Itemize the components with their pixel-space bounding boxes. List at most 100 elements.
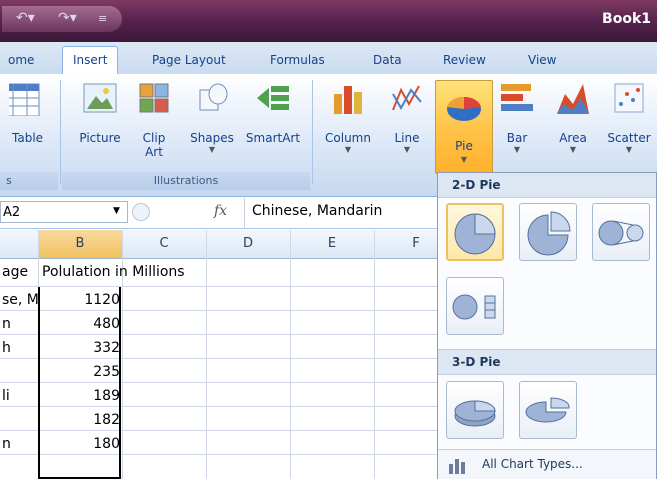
scatter-dropdown-icon: ▼ <box>625 145 633 154</box>
area-chart-button[interactable]: Area ▼ <box>550 80 596 154</box>
table-button[interactable]: Table <box>0 80 54 145</box>
cell-a4[interactable]: h <box>2 340 11 356</box>
tab-page-layout[interactable]: Page Layout <box>152 53 226 67</box>
tab-data[interactable]: Data <box>373 53 402 67</box>
scatter-chart-icon <box>614 83 644 113</box>
title-bar: ↶▾ ↷▾ ≡ Book1 <box>0 0 657 42</box>
shapes-label: Shapes <box>190 131 234 145</box>
formula-bar-circle-icon <box>132 203 150 221</box>
column-chart-button[interactable]: Column ▼ <box>318 80 378 154</box>
pie-chart-button[interactable]: Pie ▼ <box>435 80 493 174</box>
insert-function-icon[interactable]: fx <box>214 203 227 219</box>
smartart-button[interactable]: SmartArt <box>242 80 304 145</box>
pie-3d-thumb[interactable] <box>446 381 504 439</box>
name-box-value: A2 <box>3 205 21 220</box>
smartart-label: SmartArt <box>245 131 301 145</box>
section-3d-pie: 3-D Pie <box>438 349 656 375</box>
pie-chart-gallery: 2-D Pie 3-D Pie All Chart Types... <box>437 172 657 479</box>
name-box-dropdown-icon[interactable]: ▼ <box>113 206 120 216</box>
exploded-pie-icon <box>527 211 571 256</box>
pie-icon <box>454 213 496 255</box>
gridline <box>374 230 375 479</box>
line-chart-icon <box>392 85 422 111</box>
cell-a1[interactable]: age <box>2 264 28 280</box>
column-dropdown-icon: ▼ <box>344 145 352 154</box>
table-label: Table <box>12 131 44 145</box>
tab-insert[interactable]: Insert <box>62 46 119 74</box>
pie-of-pie-thumb[interactable] <box>592 203 650 261</box>
tab-formulas[interactable]: Formulas <box>270 53 325 67</box>
all-chart-types-button[interactable]: All Chart Types... <box>438 449 656 479</box>
formula-bar: A2 ▼ fx Chinese, Mandarin <box>0 198 437 229</box>
window-title: Book1 <box>602 11 651 27</box>
section-2d-pie: 2-D Pie <box>438 173 656 198</box>
redo-icon[interactable]: ↷▾ <box>58 10 77 26</box>
exploded-pie-3d-thumb[interactable] <box>519 381 577 439</box>
picture-button[interactable]: Picture <box>72 80 128 145</box>
gridline <box>290 230 291 479</box>
pie-dropdown-icon: ▼ <box>460 155 468 164</box>
line-chart-button[interactable]: Line ▼ <box>384 80 430 154</box>
picture-label: Picture <box>79 131 121 145</box>
pie-label: Pie <box>455 139 473 153</box>
gridline <box>206 230 207 479</box>
divider <box>244 198 245 228</box>
column-headers: B C D E F <box>0 230 437 259</box>
smartart-icon <box>257 86 289 110</box>
bar-chart-button[interactable]: Bar ▼ <box>494 80 540 154</box>
bar-of-pie-thumb[interactable] <box>446 277 504 335</box>
column-header-d[interactable]: D <box>206 236 290 251</box>
bar-chart-icon <box>501 84 533 111</box>
group-illustrations-label: Illustrations <box>62 172 310 190</box>
group-separator <box>60 80 61 184</box>
exploded-pie-2d-thumb[interactable] <box>519 203 577 261</box>
area-chart-icon <box>557 84 589 114</box>
area-dropdown-icon: ▼ <box>569 145 577 154</box>
quick-access-toolbar[interactable]: ↶▾ ↷▾ ≡ <box>2 6 122 32</box>
area-label: Area <box>559 131 587 145</box>
clip-art-icon <box>139 83 169 113</box>
chart-types-icon <box>449 459 465 474</box>
tab-view[interactable]: View <box>528 53 556 67</box>
column-label: Column <box>325 131 371 145</box>
formula-input[interactable]: Chinese, Mandarin <box>252 203 382 219</box>
pie-2d-thumb[interactable] <box>446 203 504 261</box>
cell-a3[interactable]: n <box>2 316 11 332</box>
group-separator <box>312 80 313 184</box>
bar-of-pie-icon <box>452 294 496 320</box>
all-chart-types-label: All Chart Types... <box>482 457 583 471</box>
line-label: Line <box>394 131 420 145</box>
scatter-chart-button[interactable]: Scatter ▼ <box>602 80 656 154</box>
shapes-dropdown-icon: ▼ <box>208 145 216 154</box>
pie-of-pie-icon <box>598 220 644 246</box>
cell-a6[interactable]: li <box>2 388 10 404</box>
customize-qat-icon[interactable]: ≡ <box>98 12 107 25</box>
column-header-e[interactable]: E <box>290 236 374 251</box>
ribbon-tabs: ome Insert Page Layout Formulas Data Rev… <box>0 42 657 74</box>
cell-a8[interactable]: n <box>2 436 11 452</box>
table-icon <box>0 83 40 117</box>
bar-dropdown-icon: ▼ <box>513 145 521 154</box>
shapes-icon <box>199 83 228 111</box>
section-2d-pie-label: 2-D Pie <box>452 178 501 192</box>
clip-art-label-1: Clip <box>142 131 166 145</box>
scatter-label: Scatter <box>607 131 651 145</box>
tab-review[interactable]: Review <box>443 53 486 67</box>
name-box[interactable]: A2 ▼ <box>0 201 128 223</box>
cell-b1[interactable]: Polulation in Millions <box>42 264 185 280</box>
section-3d-pie-label: 3-D Pie <box>452 355 501 369</box>
pie-chart-icon <box>447 96 481 121</box>
group-tables-label: s <box>0 172 58 190</box>
shapes-button[interactable]: Shapes ▼ <box>184 80 240 154</box>
clip-art-button[interactable]: Clip Art <box>132 80 176 159</box>
cell-a2[interactable]: se, M <box>2 292 39 308</box>
column-header-b[interactable]: B <box>38 230 122 258</box>
picture-icon <box>83 83 117 113</box>
tab-home[interactable]: ome <box>8 53 34 67</box>
line-dropdown-icon: ▼ <box>403 145 411 154</box>
bar-label: Bar <box>506 131 528 145</box>
column-header-c[interactable]: C <box>122 236 206 251</box>
pie-3d-icon <box>454 400 496 427</box>
undo-icon[interactable]: ↶▾ <box>16 10 35 26</box>
column-chart-icon <box>334 86 362 114</box>
